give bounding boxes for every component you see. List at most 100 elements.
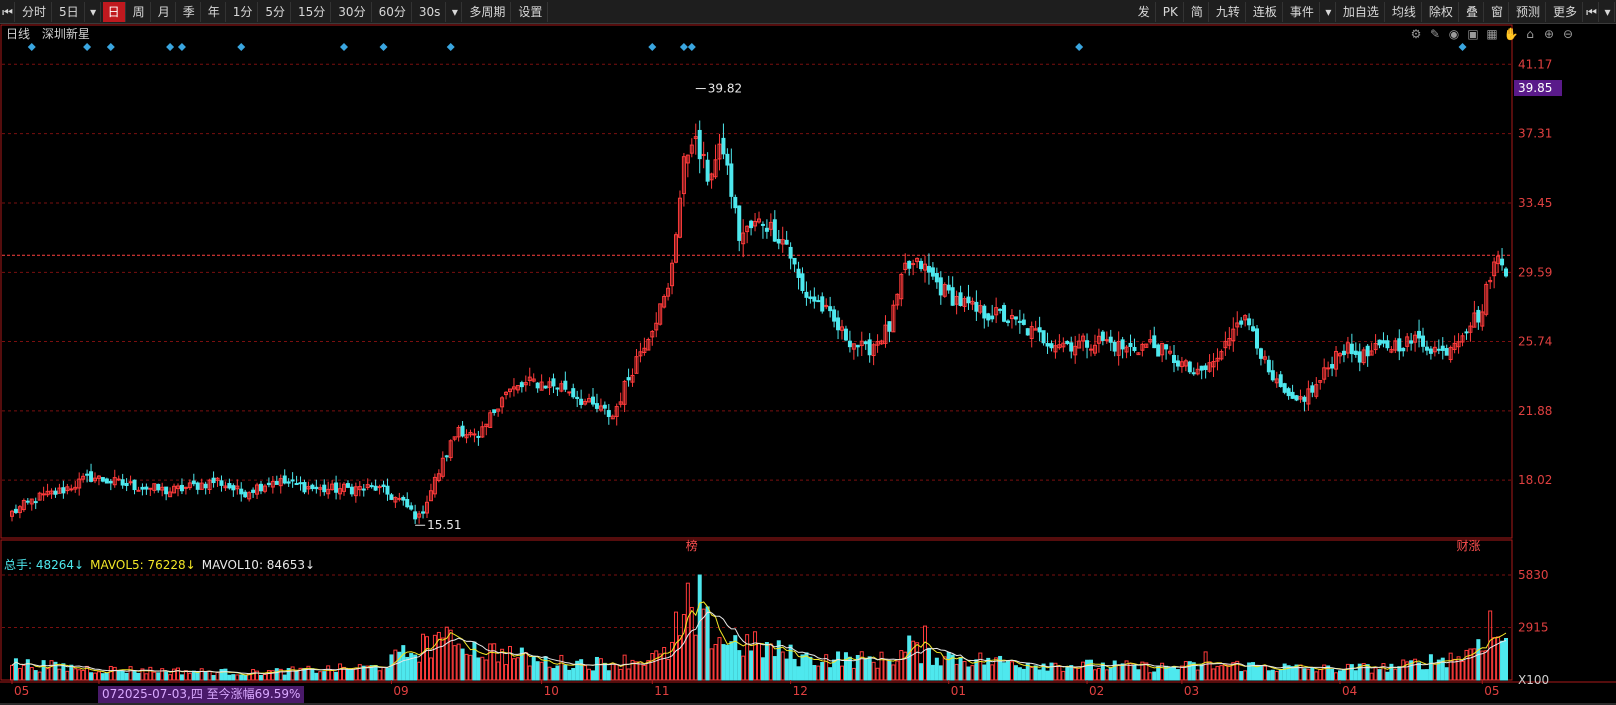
candle-body <box>1203 365 1208 370</box>
volume-bar <box>69 664 74 681</box>
candle-body <box>413 511 418 520</box>
candle-body <box>1085 340 1090 348</box>
volume-header: 总手: 48264↓ MAVOL5: 76228↓ MAVOL10: 84653↓ <box>4 557 315 573</box>
candle-body <box>966 296 971 304</box>
volume-bar <box>1318 668 1323 681</box>
candle-body <box>345 483 350 488</box>
candle-body <box>361 488 366 491</box>
candle-body <box>373 485 378 491</box>
volume-bar <box>689 606 694 681</box>
volume-bar <box>800 654 805 681</box>
volume-bar <box>863 658 868 681</box>
eye-icon[interactable]: ◉ <box>1446 26 1462 42</box>
volume-bar <box>1002 662 1007 681</box>
volume-bar <box>697 574 702 681</box>
zoom-in-icon[interactable]: ⊕ <box>1541 26 1557 42</box>
volume-bar <box>713 644 718 681</box>
volume-bar <box>721 644 726 681</box>
calendar-icon[interactable]: ▦ <box>1484 26 1500 42</box>
volume-bar <box>57 668 62 681</box>
volume-bar <box>962 661 967 681</box>
candle-body <box>1381 340 1386 344</box>
volume-bar <box>867 656 872 681</box>
volume-bar <box>274 668 279 681</box>
mavol5-line <box>11 601 1507 676</box>
volume-bar <box>658 653 663 681</box>
candle-body <box>1006 320 1010 323</box>
volume-bar <box>579 659 584 681</box>
candle-body <box>1330 364 1335 369</box>
volume-bar <box>81 670 86 681</box>
volume-bar <box>1310 667 1315 681</box>
candle-body <box>85 473 90 476</box>
candle-body <box>53 490 58 495</box>
volume-bar <box>1353 670 1358 681</box>
candle-body <box>1357 351 1362 363</box>
volume-bar <box>373 664 378 681</box>
volume-bar <box>456 643 461 681</box>
candle-body <box>543 385 548 389</box>
candle-body <box>551 378 556 387</box>
candle-body <box>1270 370 1275 381</box>
volume-bar <box>1444 667 1449 681</box>
volume-bar <box>168 674 173 681</box>
volume-bar <box>1282 663 1287 681</box>
candle-body <box>310 484 315 490</box>
volume-bar <box>338 663 343 681</box>
volume-bar <box>1377 669 1382 681</box>
volume-bar <box>349 669 354 681</box>
volume-bar <box>17 667 22 681</box>
volume-bar <box>780 651 785 681</box>
volume-bar <box>1021 668 1026 681</box>
candle-body <box>1302 396 1307 402</box>
volume-bar <box>108 665 113 681</box>
draw-pen-icon[interactable]: ✎ <box>1427 26 1443 42</box>
volume-bar <box>1314 671 1319 681</box>
volume-bar <box>875 667 880 681</box>
hand-icon[interactable]: ✋ <box>1503 26 1519 42</box>
volume-bar <box>1112 660 1117 681</box>
volume-bar <box>49 660 54 681</box>
candle-body <box>492 409 497 414</box>
volume-bar <box>555 665 560 681</box>
volume-bar <box>239 674 244 681</box>
stock-chart[interactable]: 18.02 21.88 25.74 29.59 33.45 37.31 41.17 39.85… <box>0 0 1616 705</box>
candle-body <box>907 260 912 269</box>
candle-body <box>982 305 987 319</box>
candle-body <box>1341 350 1346 356</box>
volume-bar <box>899 650 904 681</box>
candle-body <box>919 260 924 270</box>
volume-bar <box>654 650 659 681</box>
candle-body <box>705 159 710 182</box>
volume-bar <box>235 674 240 681</box>
volume-bar <box>1223 664 1228 681</box>
volume-bar <box>428 657 433 681</box>
volume-bar <box>958 657 963 681</box>
bag-icon[interactable]: ▣ <box>1465 26 1481 42</box>
volume-bar <box>551 668 556 681</box>
zoom-out-icon[interactable]: ⊖ <box>1560 26 1576 42</box>
candle-body <box>231 485 236 491</box>
candle-body <box>863 341 868 345</box>
candle-body <box>796 268 801 278</box>
volume-bar <box>65 670 70 681</box>
candle-body <box>1187 361 1192 373</box>
candle-body <box>784 239 789 245</box>
time-axis-label: 05 <box>1484 684 1499 698</box>
event-diamond-icon <box>177 43 186 51</box>
settings-icon[interactable]: ⚙ <box>1408 26 1424 42</box>
volume-bar <box>452 645 457 681</box>
candle-body <box>294 483 299 486</box>
candle-body <box>1417 330 1422 339</box>
lock-icon[interactable]: ⌂ <box>1522 26 1538 42</box>
price-pane-frame <box>0 24 1513 539</box>
volume-bar <box>176 667 180 681</box>
volume-bar <box>1009 661 1014 681</box>
candle-body <box>116 478 121 481</box>
volume-bar <box>1096 668 1101 681</box>
volume-bar <box>796 666 801 681</box>
volume-bar <box>195 671 200 681</box>
volume-bar <box>966 666 971 681</box>
price-tick-label: 33.45 <box>1518 196 1552 210</box>
candle-body <box>1464 331 1469 334</box>
